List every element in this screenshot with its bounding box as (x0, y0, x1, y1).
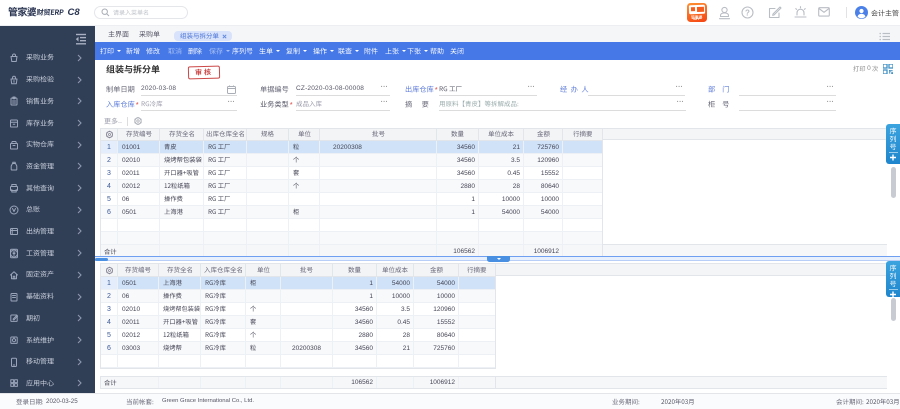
svg-text:?: ? (745, 8, 750, 17)
